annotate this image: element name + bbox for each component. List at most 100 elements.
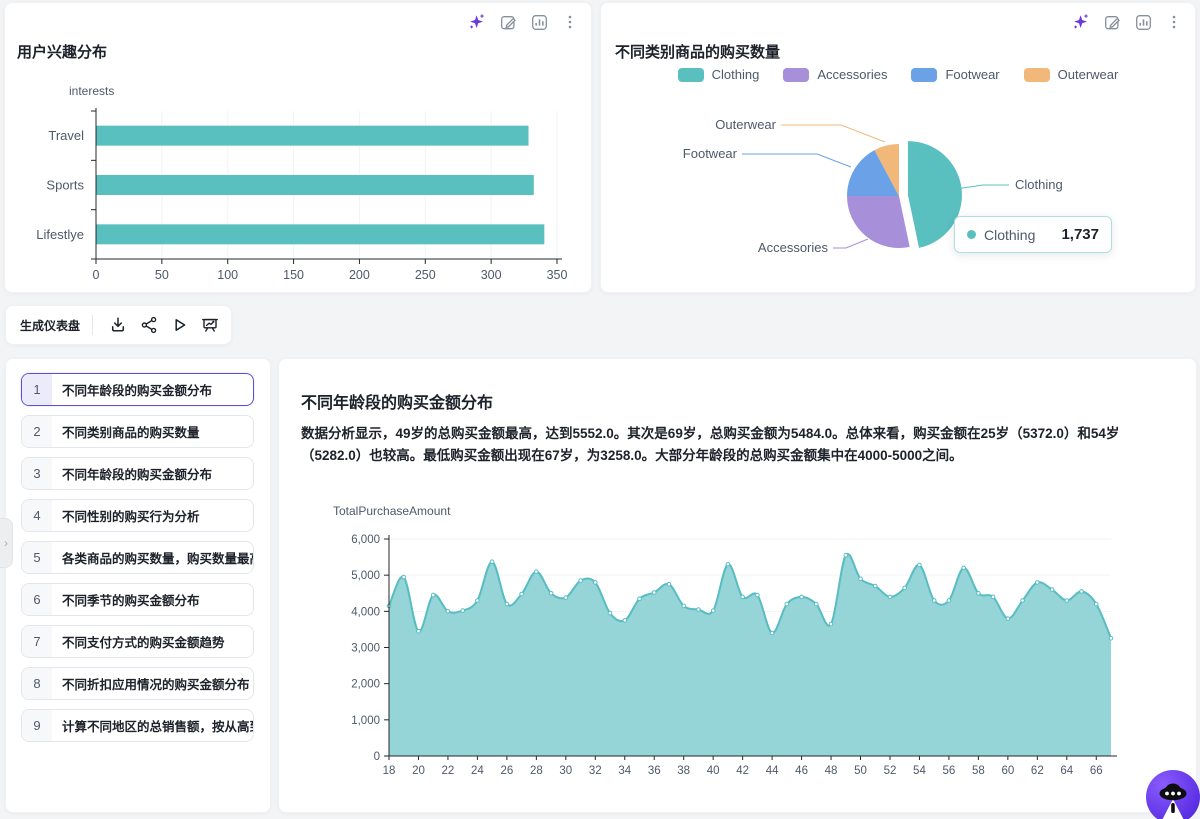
bar-lifestlye[interactable] — [97, 224, 545, 244]
data-point-marker — [1080, 590, 1084, 594]
legend-item-accessories[interactable]: Accessories — [783, 67, 887, 82]
question-list-item-7[interactable]: 7不同支付方式的购买金额趋势 — [21, 625, 254, 658]
legend-item-footwear[interactable]: Footwear — [911, 67, 999, 82]
data-point-marker — [977, 592, 981, 596]
question-list-item-1[interactable]: 1不同年龄段的购买金额分布 — [21, 373, 254, 406]
bar-travel[interactable] — [97, 126, 529, 146]
question-list-item-5[interactable]: 5各类商品的购买数量，购买数量最高的前5款， — [21, 541, 254, 574]
generate-dashboard-button[interactable]: 生成仪表盘 — [20, 317, 80, 334]
edit-chart-icon[interactable] — [499, 13, 517, 31]
card-actions — [1072, 13, 1183, 31]
x-tick-label: 64 — [1060, 765, 1073, 777]
question-label: 计算不同地区的总销售额，按从高到低排序， — [52, 710, 253, 741]
data-point-marker — [431, 593, 435, 597]
data-point-marker — [741, 595, 745, 599]
pie-tooltip: Clothing 1,737 — [954, 216, 1112, 253]
tooltip-series-dot — [967, 230, 976, 239]
data-point-marker — [667, 582, 671, 586]
data-point-marker — [417, 629, 421, 633]
data-point-marker — [844, 553, 848, 557]
x-tick-label: 22 — [442, 765, 455, 777]
category-label: Sports — [46, 178, 84, 193]
data-point-marker — [1109, 636, 1113, 640]
bar-axis-title: interests — [69, 84, 114, 98]
data-point-marker — [932, 599, 936, 603]
data-point-marker — [579, 579, 583, 583]
present-icon[interactable] — [194, 309, 225, 341]
download-icon[interactable] — [103, 309, 134, 341]
question-label: 各类商品的购买数量，购买数量最高的前5款， — [52, 542, 253, 573]
x-tick-label: 40 — [707, 765, 720, 777]
legend-item-outerwear[interactable]: Outerwear — [1024, 67, 1119, 82]
legend-swatch — [678, 68, 704, 82]
legend-label: Accessories — [817, 67, 887, 82]
play-icon[interactable] — [164, 309, 195, 341]
x-tick-label: 38 — [677, 765, 690, 777]
x-tick-label: 26 — [500, 765, 513, 777]
x-tick-label: 50 — [155, 268, 169, 282]
y-tick-label: 1,000 — [351, 715, 380, 727]
legend-item-clothing[interactable]: Clothing — [678, 67, 760, 82]
data-point-marker — [800, 595, 804, 599]
edit-chart-icon[interactable] — [1103, 13, 1121, 31]
age-distribution-panel: 不同年龄段的购买金额分布 数据分析显示，49岁的总购买金额最高，达到5552.0… — [278, 358, 1197, 813]
x-tick-label: 44 — [766, 765, 779, 777]
question-label: 不同季节的购买金额分布 — [52, 584, 253, 615]
question-list-item-3[interactable]: 3不同年龄段的购买金额分布 — [21, 457, 254, 490]
x-tick-label: 52 — [884, 765, 897, 777]
panel-collapse-handle[interactable]: › — [0, 518, 13, 568]
data-point-marker — [652, 591, 656, 595]
data-point-marker — [726, 563, 730, 567]
ai-sparkle-icon[interactable] — [1072, 13, 1090, 31]
dashboard-page: 用户兴趣分布 interestsTravelSportsLifestlye050… — [0, 0, 1200, 819]
chart-type-icon[interactable] — [530, 13, 548, 31]
legend-swatch — [783, 68, 809, 82]
data-point-marker — [461, 609, 465, 613]
question-list-item-9[interactable]: 9计算不同地区的总销售额，按从高到低排序， — [21, 709, 254, 742]
pie-slice-accessories[interactable] — [847, 196, 910, 248]
ai-sparkle-icon[interactable] — [468, 13, 486, 31]
x-tick-label: 350 — [547, 268, 568, 282]
data-point-marker — [1006, 617, 1010, 621]
question-list-item-8[interactable]: 8不同折扣应用情况的购买金额分布 — [21, 667, 254, 700]
area-fill[interactable] — [389, 554, 1111, 756]
data-point-marker — [903, 586, 907, 590]
data-point-marker — [446, 610, 450, 614]
share-icon[interactable] — [133, 309, 164, 341]
more-menu-icon[interactable] — [1165, 13, 1183, 31]
data-point-marker — [608, 611, 612, 615]
x-tick-label: 54 — [913, 765, 926, 777]
pie-leader-line — [742, 154, 851, 167]
category-pie-chart[interactable]: ClothingAccessoriesFootwearOuterwear — [601, 103, 1197, 291]
pie-leader-line — [956, 185, 1009, 189]
question-list-item-4[interactable]: 4不同性别的购买行为分析 — [21, 499, 254, 532]
data-point-marker — [535, 570, 539, 574]
interests-bar-chart[interactable]: interestsTravelSportsLifestlye0501001502… — [5, 65, 593, 287]
data-point-marker — [991, 595, 995, 599]
x-tick-label: 24 — [471, 765, 484, 777]
x-tick-label: 0 — [93, 268, 100, 282]
data-point-marker — [711, 609, 715, 613]
x-tick-label: 60 — [1001, 765, 1014, 777]
bar-sports[interactable] — [97, 175, 534, 195]
data-point-marker — [520, 592, 524, 596]
age-area-chart[interactable]: TotalPurchaseAmount01,0002,0003,0004,000… — [279, 499, 1198, 799]
question-label: 不同支付方式的购买金额趋势 — [52, 626, 253, 657]
y-tick-label: 5,000 — [351, 570, 380, 582]
more-menu-icon[interactable] — [561, 13, 579, 31]
question-list-item-2[interactable]: 2不同类别商品的购买数量 — [21, 415, 254, 448]
x-tick-label: 150 — [283, 268, 304, 282]
chart-type-icon[interactable] — [1134, 13, 1152, 31]
question-list-item-6[interactable]: 6不同季节的购买金额分布 — [21, 583, 254, 616]
data-point-marker — [1036, 581, 1040, 585]
data-point-marker — [505, 602, 509, 606]
question-number: 7 — [22, 626, 52, 657]
card-title: 用户兴趣分布 — [17, 41, 107, 62]
data-point-marker — [1050, 588, 1054, 592]
data-point-marker — [829, 622, 833, 626]
x-tick-label: 250 — [415, 268, 436, 282]
tooltip-value: 1,737 — [1061, 226, 1099, 243]
assistant-logo-button[interactable] — [1146, 770, 1200, 819]
x-tick-label: 34 — [618, 765, 631, 777]
y-tick-label: 2,000 — [351, 679, 380, 691]
